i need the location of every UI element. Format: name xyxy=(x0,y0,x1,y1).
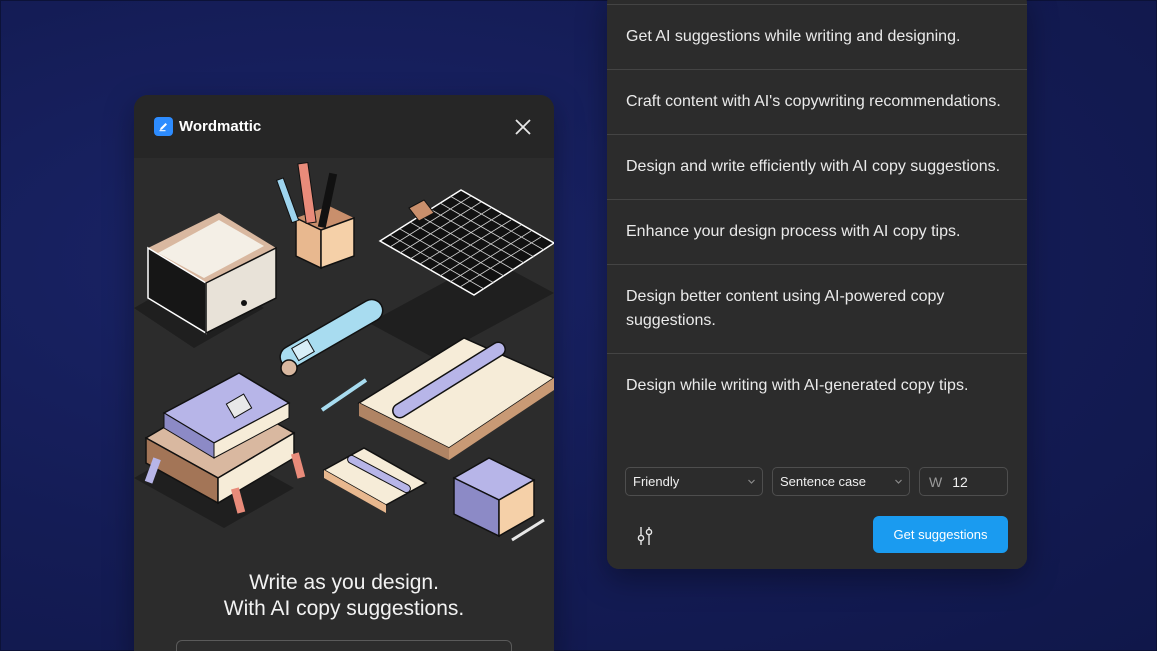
tone-select[interactable]: Friendly xyxy=(625,467,763,496)
suggestion-item[interactable]: Enhance your design process with AI copy… xyxy=(607,199,1027,264)
sliders-icon xyxy=(637,527,653,545)
tagline-line-2: With AI copy suggestions. xyxy=(223,597,465,620)
case-select[interactable]: Sentence case xyxy=(772,467,910,496)
plugin-window: Wordmattic Write as you design. With AI … xyxy=(134,95,554,651)
case-select-value: Sentence case xyxy=(780,474,867,489)
tagline: Write as you design. With AI copy sugges… xyxy=(134,570,554,622)
suggestions-list: Get AI suggestions while writing and des… xyxy=(607,4,1027,418)
chevron-down-icon xyxy=(748,479,755,484)
suggestion-item[interactable]: Design and write efficiently with AI cop… xyxy=(607,134,1027,199)
word-count-input[interactable]: W 12 xyxy=(919,467,1008,496)
suggestion-item[interactable]: Craft content with AI's copywriting reco… xyxy=(607,69,1027,134)
plugin-header: Wordmattic xyxy=(134,95,554,158)
brand-name: Wordmattic xyxy=(179,118,262,135)
stationery-illustration xyxy=(134,158,554,553)
word-count-prefix: W xyxy=(929,473,943,490)
suggestion-item[interactable]: Design better content using AI-powered c… xyxy=(607,264,1027,353)
settings-button[interactable] xyxy=(635,525,655,547)
get-suggestions-button[interactable]: Get suggestions xyxy=(873,516,1008,553)
tagline-line-1: Write as you design. xyxy=(249,571,439,594)
brand: Wordmattic xyxy=(154,117,261,136)
tone-select-value: Friendly xyxy=(633,474,680,489)
action-field[interactable] xyxy=(176,640,512,651)
close-icon xyxy=(515,118,531,135)
suggestion-item[interactable]: Get AI suggestions while writing and des… xyxy=(607,4,1027,69)
suggestion-item[interactable]: Design while writing with AI-generated c… xyxy=(607,353,1027,418)
pen-icon xyxy=(154,117,173,136)
word-count-value: 12 xyxy=(952,473,968,490)
chevron-down-icon xyxy=(895,479,902,484)
controls-bar: Friendly Sentence case W 12 Get suggesti… xyxy=(607,452,1027,569)
suggestions-panel: Get AI suggestions while writing and des… xyxy=(607,0,1027,569)
close-button[interactable] xyxy=(512,116,534,138)
